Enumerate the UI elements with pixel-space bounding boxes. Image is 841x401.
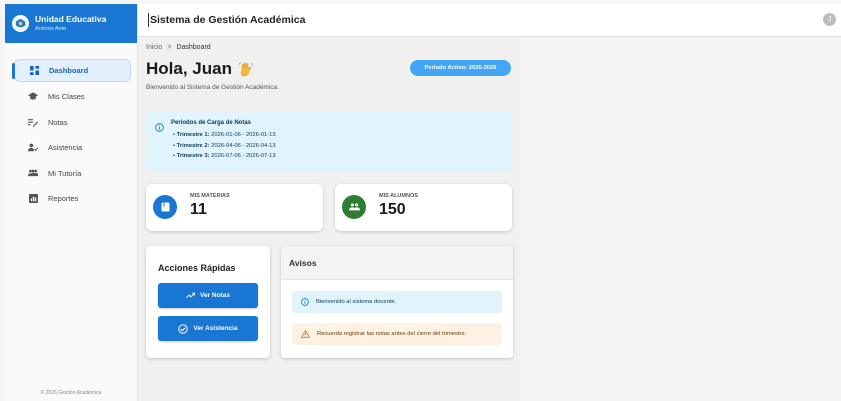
breadcrumb-home[interactable]: Inicio [146, 44, 162, 51]
stat-value: 150 [379, 201, 406, 218]
sidebar-item-asistencia[interactable]: Asistencia [14, 137, 131, 159]
info-icon [301, 298, 309, 306]
notices-title: Avisos [281, 246, 513, 280]
sidebar-item-label: Reportes [48, 194, 79, 203]
stat-value: 11 [190, 201, 207, 218]
welcome-subtitle: Bienvenido al Sistema de Gestión Académi… [146, 84, 279, 91]
grades-icon [28, 117, 38, 127]
top-bar: Sistema de Gestión Académica J [138, 4, 841, 37]
brand-name: Unidad Educativa [35, 14, 107, 24]
brand-header: Unidad Educativa Antonio Ante [5, 4, 137, 43]
active-period-chip: Periodo Activo: 2025-2026 [410, 60, 511, 76]
sidebar-item-reportes[interactable]: Reportes [14, 188, 131, 210]
attendance-icon [28, 143, 38, 153]
grading-periods-title: Periodos de Carga de Notas [171, 120, 252, 126]
school-icon [28, 92, 38, 102]
user-name: Antonio Ante [35, 26, 67, 32]
grading-periods-alert: Periodos de Carga de Notas • Trimestre 1… [146, 112, 512, 172]
sidebar-item-mi-tutoria[interactable]: Mi Tutoría [14, 162, 131, 184]
trending-up-icon [186, 292, 195, 299]
list-item: • Trimestre 2: 2026-04-06 - 2026-04-13 [173, 142, 276, 149]
greeting-text: Hola, Juan [146, 59, 232, 78]
sidebar-item-notas[interactable]: Notas [14, 111, 131, 133]
sidebar-item-label: Mis Clases [48, 92, 85, 101]
quick-actions-title: Acciones Rápidas [158, 263, 236, 273]
sidebar-item-label: Dashboard [49, 66, 89, 75]
school-logo-icon [12, 15, 29, 32]
sidebar-item-label: Asistencia [48, 143, 83, 152]
group-icon [28, 168, 38, 178]
students-icon [342, 195, 366, 219]
notices-card: Avisos Bienvenido al sistema docente. Re… [281, 246, 513, 358]
sidebar-item-label: Notas [48, 117, 68, 127]
sidebar-item-label: Mi Tutoría [48, 168, 82, 178]
trimester-list: • Trimestre 1: 2026-01-06 - 2026-01-13 •… [173, 130, 276, 162]
stat-card-alumnos: MIS ALUMNOS 150 [335, 184, 512, 231]
dashboard-icon [29, 66, 39, 76]
sidebar-item-dashboard[interactable]: Dashboard [12, 59, 131, 82]
list-item: • Trimestre 1: 2026-01-06 - 2026-01-13 [173, 132, 276, 138]
stat-card-materias: MIS MATERIAS 11 [146, 184, 323, 231]
book-icon [153, 195, 177, 219]
stat-label: MIS MATERIAS [190, 193, 230, 199]
notice-warning: Recuerda registrar las notas antes del c… [292, 323, 502, 345]
sidebar: Unidad Educativa Antonio Ante Dashboard … [5, 4, 138, 401]
main-content: Inicio > Dashboard Hola, Juan Bienvenido a… [138, 37, 520, 401]
reports-icon [28, 194, 38, 204]
sidebar-nav: Dashboard Mis Clases Notas Asistencia Mi… [5, 59, 137, 210]
sidebar-footer: © 2026 Gestión Académica [40, 390, 102, 396]
stat-label: MIS ALUMNOS [379, 193, 418, 199]
list-item: • Trimestre 3: 2026-07-06 - 2026-07-13 [173, 153, 276, 159]
notice-text: Recuerda registrar las notas antes del c… [317, 331, 467, 337]
view-attendance-button[interactable]: Ver Asistencia [158, 316, 258, 341]
info-icon [155, 119, 164, 137]
notice-info: Bienvenido al sistema docente. [292, 291, 502, 313]
app-title: Sistema de Gestión Académica [150, 13, 306, 26]
breadcrumb-separator: > [167, 44, 172, 51]
avatar[interactable]: J [823, 13, 836, 26]
breadcrumb: Inicio > Dashboard [146, 44, 211, 51]
check-circle-icon [178, 323, 189, 334]
sidebar-item-mis-clases[interactable]: Mis Clases [14, 86, 131, 108]
notice-text: Bienvenido al sistema docente. [316, 299, 397, 305]
quick-actions-card: Acciones Rápidas Ver Notas Ver Asistenci… [146, 246, 270, 358]
page-title: Hola, Juan [146, 59, 254, 79]
breadcrumb-current: Dashboard [176, 44, 211, 51]
waving-hand-icon [238, 61, 254, 77]
view-grades-button[interactable]: Ver Notas [158, 283, 258, 308]
warning-icon [301, 330, 310, 338]
